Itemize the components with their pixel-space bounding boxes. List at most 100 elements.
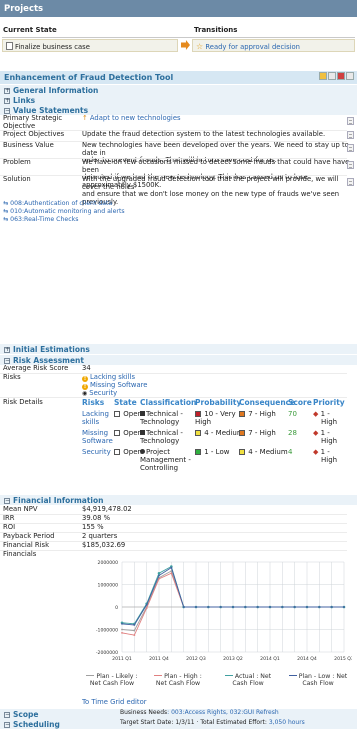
risk-cell[interactable]: Missing Software <box>82 429 113 445</box>
link-icon: ⇆ <box>3 200 9 207</box>
roi-label: ROI <box>3 523 16 531</box>
column-header[interactable]: Probability <box>195 398 241 407</box>
section-estimations[interactable]: + Initial Estimations <box>0 344 357 354</box>
column-header[interactable]: Risks <box>82 398 104 407</box>
business-need-link[interactable]: 032:GUI Refresh <box>230 709 279 716</box>
text-line: 1 - Low <box>204 448 230 456</box>
text-line: High <box>321 456 338 464</box>
risk-link[interactable]: Missing Software <box>90 381 147 389</box>
cons-cell: 7 - High <box>239 429 276 437</box>
risk-cell[interactable]: Security <box>82 448 111 456</box>
risk-cell[interactable]: Lacking skills <box>82 410 109 426</box>
section-links[interactable]: + Links <box>0 95 357 105</box>
risks-list: ! Lacking skills ! Missing Software ◉ Secur… <box>82 373 147 398</box>
section-financial[interactable]: − Financial Information <box>0 495 357 505</box>
list-item: ⇆ 008:Authentication of client data <box>3 200 348 208</box>
prob-cell: 10 - Very High <box>195 410 236 426</box>
note-icon[interactable] <box>347 161 354 169</box>
arrow-right-icon <box>181 40 190 50</box>
business-need-link[interactable]: 063:Real-Time Checks <box>10 216 78 223</box>
current-state-label: Current State <box>3 26 57 34</box>
x-tick-label: 2011 Q4 <box>149 656 169 662</box>
start-date-value: 1/3/11 <box>175 719 195 726</box>
column-header[interactable]: Priority <box>313 398 345 407</box>
business-need-link[interactable]: 003:Access Rights <box>171 709 226 716</box>
link-icon: ⇆ <box>3 216 9 223</box>
legend-item: Plan - Likely : Net Cash Flow <box>82 673 142 687</box>
transition-button[interactable]: ☆ Ready for approval decision <box>192 39 355 52</box>
checkbox[interactable] <box>114 411 120 417</box>
text-line: Technical - <box>146 429 183 437</box>
score-cell: 28 <box>288 429 297 437</box>
text-line: Management - <box>140 456 191 464</box>
star-icon: ☆ <box>196 42 204 51</box>
print-icon[interactable] <box>328 72 336 80</box>
text-line: 4 - Medium <box>248 448 288 456</box>
collapse-icon: − <box>4 711 11 718</box>
section-links-label: Links <box>13 96 36 105</box>
score-cell: 70 <box>288 410 297 418</box>
note-icon[interactable] <box>347 144 354 152</box>
scope-summary: Business Needs: 003:Access Rights, 032:G… <box>120 709 279 716</box>
scheduling-summary: Target Start Date: 1/3/11 · Total Estima… <box>120 719 305 726</box>
x-tick-label: 2011 Q1 <box>112 656 132 662</box>
data-point <box>256 606 259 608</box>
note-icon[interactable] <box>347 178 354 186</box>
risk-details-table: Risks State Classification Probability C… <box>82 398 352 488</box>
data-point <box>182 606 185 608</box>
strategic-link[interactable]: Adapt to new technologies <box>90 114 181 122</box>
legend-item: Plan - High : Net Cash Flow <box>148 673 208 687</box>
y-tick-label: -1000000 <box>96 628 118 634</box>
risk-link[interactable]: Lacking skills <box>90 373 135 381</box>
state-cell: Open <box>114 410 142 418</box>
y-tick-label: -2000000 <box>96 650 118 656</box>
class-cell: Project Management - Controlling <box>140 448 191 472</box>
time-grid-link[interactable]: To Time Grid editor <box>82 698 147 706</box>
section-estimations-label: Initial Estimations <box>13 345 90 354</box>
column-header[interactable]: Score <box>288 398 312 407</box>
data-point <box>170 572 173 575</box>
note-icon[interactable] <box>347 117 354 125</box>
category-icon <box>140 449 145 454</box>
business-need-link[interactable]: 008:Authentication of client data <box>10 200 112 207</box>
document-icon <box>6 42 13 50</box>
section-general[interactable]: + General Information <box>0 85 357 95</box>
list-item: ⇆ 010:Automatic monitoring and alerts <box>3 208 348 216</box>
checkbox[interactable] <box>114 430 120 436</box>
divider <box>0 550 347 551</box>
export-icon[interactable] <box>337 72 345 80</box>
risk-link[interactable]: Security <box>89 389 117 397</box>
column-header[interactable]: Classification <box>140 398 196 407</box>
business-needs-label: Business Needs <box>120 709 168 716</box>
effort-value[interactable]: 3,050 hours <box>269 719 305 726</box>
column-header[interactable]: Consequence <box>239 398 295 407</box>
data-point <box>219 606 222 608</box>
probability-swatch <box>195 449 201 455</box>
financial-risk-label: Financial Risk <box>3 541 50 549</box>
financial-risk-value: $185,032.69 <box>82 541 126 549</box>
business-need-link[interactable]: 010:Automatic monitoring and alerts <box>10 208 124 215</box>
data-point <box>145 603 148 606</box>
data-point <box>121 622 123 625</box>
legend-swatch <box>288 675 297 676</box>
text-line: 4 - Medium <box>204 429 244 437</box>
data-point <box>318 606 321 608</box>
settings-icon[interactable] <box>346 72 354 80</box>
checkbox[interactable] <box>114 449 120 455</box>
legend-swatch <box>86 675 95 676</box>
text-line: skills <box>82 418 100 426</box>
probability-swatch <box>195 430 201 436</box>
probability-swatch <box>195 411 201 417</box>
note-icon[interactable] <box>347 131 354 139</box>
npv-label: Mean NPV <box>3 505 38 513</box>
divider <box>0 373 347 374</box>
legend-label: Plan - High : Net Cash Flow <box>155 673 202 687</box>
header-title: Projects <box>4 4 44 14</box>
text-line: Security <box>82 448 111 456</box>
start-date-label: Target Start Date <box>120 719 172 726</box>
cons-cell: 7 - High <box>239 410 276 418</box>
column-header[interactable]: State <box>114 398 137 407</box>
project-title: Enhancement of Fraud Detection Tool <box>4 73 174 82</box>
edit-icon[interactable] <box>319 72 327 80</box>
npv-value: $4,919,478.02 <box>82 505 132 513</box>
